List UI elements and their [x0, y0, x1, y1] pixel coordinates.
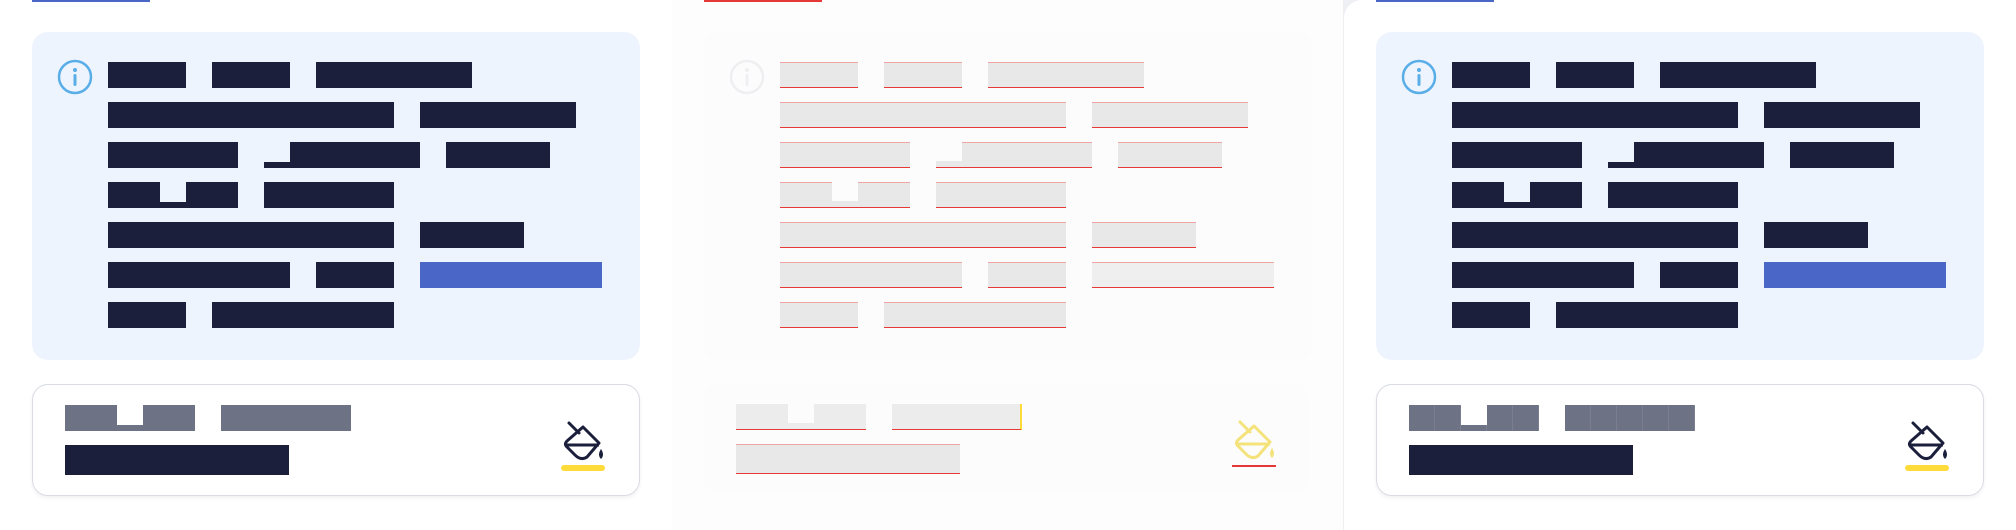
paint-bucket-icon[interactable]	[1903, 415, 1953, 471]
redacted-text	[108, 302, 186, 328]
outlined-text	[988, 262, 1066, 288]
paint-bucket-icon[interactable]	[1230, 414, 1280, 470]
outlined-text	[780, 142, 910, 168]
active-tab-indicator	[32, 0, 150, 2]
redacted-text	[1452, 262, 1634, 288]
outlined-text	[884, 302, 1066, 328]
redacted-value	[1409, 445, 1633, 475]
outlined-text	[1092, 222, 1196, 248]
info-card	[1376, 32, 1984, 360]
outlined-text	[988, 62, 1144, 88]
redacted-text	[316, 262, 394, 288]
redacted-text	[1660, 262, 1738, 288]
redacted-text	[1556, 302, 1738, 328]
redacted-text	[420, 222, 524, 248]
info-card	[32, 32, 640, 360]
redacted-text	[108, 222, 394, 248]
info-card	[704, 32, 1312, 360]
outlined-text	[936, 182, 1066, 208]
outlined-value	[736, 444, 960, 474]
redacted-text	[420, 102, 576, 128]
theme-card[interactable]	[32, 384, 640, 496]
redacted-text	[1608, 182, 1738, 208]
active-tab-indicator	[1376, 0, 1494, 2]
redacted-text	[1790, 142, 1894, 168]
panel-overlay	[672, 0, 1343, 530]
active-tab-indicator	[704, 0, 822, 2]
info-circle-icon	[57, 59, 93, 95]
highlighted-link[interactable]	[1764, 262, 1946, 288]
outlined-text	[1092, 102, 1248, 128]
redacted-text	[108, 62, 186, 88]
redacted-text	[1556, 62, 1634, 88]
redacted-text	[264, 182, 394, 208]
panel-original	[0, 0, 672, 530]
redacted-text	[1452, 222, 1738, 248]
redacted-text	[108, 262, 290, 288]
outlined-text	[1118, 142, 1222, 168]
redacted-label	[221, 405, 351, 431]
outlined-text	[780, 62, 858, 88]
redacted-text	[1452, 62, 1530, 88]
redacted-value	[65, 445, 289, 475]
outlined-text	[780, 302, 858, 328]
outlined-text	[884, 62, 962, 88]
theme-card[interactable]	[704, 384, 1310, 494]
redacted-text	[446, 142, 550, 168]
redacted-text	[212, 62, 290, 88]
redacted-text	[1452, 302, 1530, 328]
panel-copy	[1344, 0, 2016, 530]
redacted-text	[212, 302, 394, 328]
redacted-text	[1764, 102, 1920, 128]
outlined-link[interactable]	[1092, 262, 1274, 288]
info-circle-icon	[1401, 59, 1437, 95]
redacted-text	[108, 102, 394, 128]
redacted-text	[1452, 142, 1582, 168]
outlined-text	[780, 262, 962, 288]
redacted-text	[1660, 62, 1816, 88]
outlined-label	[892, 404, 1022, 430]
redacted-label	[1565, 405, 1695, 431]
redacted-text	[1452, 102, 1738, 128]
info-circle-icon	[729, 59, 765, 95]
outlined-text	[780, 102, 1066, 128]
redacted-text	[316, 62, 472, 88]
paint-bucket-icon[interactable]	[559, 415, 609, 471]
redacted-text	[1764, 222, 1868, 248]
theme-card[interactable]	[1376, 384, 1984, 496]
outlined-text	[780, 222, 1066, 248]
highlighted-link[interactable]	[420, 262, 602, 288]
redacted-text	[108, 142, 238, 168]
